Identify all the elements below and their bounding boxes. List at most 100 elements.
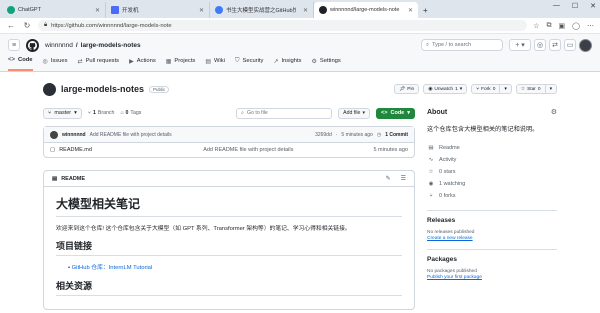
- browser-tab-dev[interactable]: 开发机 ✕: [106, 2, 210, 18]
- tab-label: 开发机: [122, 8, 139, 14]
- minimize-icon[interactable]: —: [553, 2, 560, 10]
- repo-content: ⑂ master ▾ ⑂ 1 Branch ⌂ 0 Tags ⌕ Go to file Add…: [43, 106, 415, 310]
- pin-button[interactable]: 📌︎ Pin: [394, 84, 420, 94]
- favorite-star-icon[interactable]: ☆: [533, 22, 539, 30]
- activity-link[interactable]: ∿ Activity: [427, 154, 557, 166]
- refresh-icon[interactable]: ↻: [22, 21, 32, 30]
- header-actions: + ▾ ◎ ⇄ ▭: [509, 38, 592, 52]
- tab-wiki[interactable]: ▤ Wiki: [205, 55, 225, 71]
- readme-link[interactable]: ▤ Readme: [427, 142, 557, 154]
- hamburger-menu-button[interactable]: ≡: [8, 39, 20, 51]
- repo-actions: 📌︎ Pin ◉ Unwatch 1 ▾ ⑂ Fork 0 ▾ ☆ Star 0 ▾: [394, 84, 557, 94]
- tab-settings[interactable]: ⚙ Settings: [311, 55, 340, 71]
- fork-button[interactable]: ⑂ Fork 0 ▾: [471, 84, 512, 94]
- unwatch-button[interactable]: ◉ Unwatch 1 ▾: [423, 84, 468, 94]
- star-button[interactable]: ☆ Star 0 ▾: [515, 84, 557, 94]
- packages-empty: No packages published: [427, 269, 477, 274]
- tab-label: Projects: [174, 58, 196, 64]
- commit-count[interactable]: 1 Commit: [385, 132, 408, 138]
- close-tab-icon[interactable]: ✕: [95, 7, 100, 14]
- list-icon[interactable]: ☰: [401, 175, 406, 182]
- browser-tab-tutorial[interactable]: 书生大模型实战营之GitHub快速入门 ✕: [210, 2, 314, 18]
- tab-label: Pull requests: [85, 58, 120, 64]
- create-release-link[interactable]: Create a new release: [427, 236, 557, 241]
- create-new-button[interactable]: + ▾: [509, 39, 531, 51]
- repo-nav: <> Code ◎ Issues ⇄ Pull requests ▶ Actions ▦…: [0, 56, 600, 72]
- doc-favicon-icon: [215, 6, 223, 14]
- browser-tab-bar: ChatGPT ✕ 开发机 ✕ 书生大模型实战营之GitHub快速入门 ✕ wi…: [0, 0, 600, 18]
- eye-icon: ◉: [428, 181, 434, 187]
- chevron-down-icon[interactable]: ▾: [550, 87, 552, 92]
- search-input[interactable]: ⌕ Type / to search: [421, 39, 503, 51]
- extensions-icon[interactable]: ⧉: [547, 22, 552, 30]
- releases-empty: No releases published: [427, 230, 475, 235]
- tab-security[interactable]: ⛉ Security: [235, 55, 263, 71]
- more-menu-icon[interactable]: ⋯: [587, 22, 594, 30]
- github-logo-icon[interactable]: [26, 38, 39, 52]
- maximize-icon[interactable]: ☐: [572, 2, 578, 10]
- tab-label: Code: [18, 57, 33, 63]
- browser-tab-chatgpt[interactable]: ChatGPT ✕: [2, 2, 106, 18]
- close-tab-icon[interactable]: ✕: [303, 7, 308, 14]
- shield-icon: ⛉: [234, 57, 240, 64]
- go-to-file-input[interactable]: ⌕ Go to file: [236, 107, 333, 119]
- tab-code[interactable]: <> Code: [8, 55, 33, 71]
- branches-link[interactable]: ⑂ 1 Branch: [88, 110, 114, 116]
- star-icon: ☆: [428, 169, 434, 175]
- tag-label: Tags: [130, 110, 142, 116]
- meta-separator: ·: [335, 131, 338, 138]
- readme-panel: ▤ README ✎ ☰ 大模型相关笔记 欢迎来到这个仓库! 这个仓库包含关于大…: [43, 170, 415, 310]
- publish-package-link[interactable]: Publish your first package: [427, 275, 557, 280]
- latest-commit: winnnnnd Add README file with project de…: [44, 127, 414, 143]
- owner-link[interactable]: winnnnnd: [45, 42, 73, 49]
- file-name[interactable]: README.md: [59, 147, 199, 153]
- new-tab-button[interactable]: +: [418, 2, 434, 18]
- close-tab-icon[interactable]: ✕: [199, 7, 204, 14]
- releases-title[interactable]: Releases: [427, 217, 557, 224]
- url-field[interactable]: 🔒︎ https://github.com/winnnnnd/large-mod…: [38, 20, 528, 31]
- packages-title[interactable]: Packages: [427, 256, 557, 263]
- forks-link[interactable]: ⑂ 0 forks: [427, 190, 557, 202]
- section-heading-links: 项目链接: [56, 239, 402, 256]
- devbox-favicon-icon: [111, 6, 119, 14]
- tab-label: Wiki: [214, 58, 225, 64]
- browser-tab-github[interactable]: winnnnnd/large-models-note ✕: [314, 2, 418, 18]
- tab-pull-requests[interactable]: ⇄ Pull requests: [78, 55, 120, 71]
- tab-actions[interactable]: ▶ Actions: [129, 55, 156, 71]
- avatar[interactable]: [579, 38, 592, 52]
- file-toolbar: ⑂ master ▾ ⑂ 1 Branch ⌂ 0 Tags ⌕ Go to file Add…: [43, 106, 415, 120]
- profile-icon[interactable]: ◯: [572, 22, 580, 30]
- code-button[interactable]: <> Code ▾: [376, 107, 415, 119]
- play-icon: ▶: [129, 58, 134, 65]
- file-icon: ▢: [50, 147, 56, 153]
- commit-message[interactable]: Add README file with project details: [90, 132, 172, 138]
- url-text: https://github.com/winnnnnd/large-models…: [51, 22, 172, 29]
- collections-icon[interactable]: ▣: [559, 22, 566, 30]
- tab-issues[interactable]: ◎ Issues: [43, 55, 68, 71]
- back-icon[interactable]: ←: [6, 21, 16, 30]
- commit-author[interactable]: winnnnnd: [62, 132, 86, 138]
- gear-icon[interactable]: ⚙: [551, 108, 557, 116]
- file-commit-message[interactable]: Add README file with project details: [203, 147, 369, 153]
- notifications-button[interactable]: ▭: [564, 39, 576, 51]
- octocat-icon: [28, 40, 37, 50]
- chevron-down-icon[interactable]: ▾: [504, 87, 506, 92]
- close-tab-icon[interactable]: ✕: [408, 7, 413, 14]
- chevron-down-icon: ▾: [362, 110, 366, 116]
- fork-count: 0: [492, 86, 496, 92]
- tab-projects[interactable]: ▦ Projects: [166, 55, 196, 71]
- tab-insights[interactable]: ↗ Insights: [273, 55, 301, 71]
- pencil-icon[interactable]: ✎: [386, 175, 391, 182]
- commit-hash[interactable]: 3269dd: [315, 132, 332, 138]
- tutorial-link[interactable]: GitHub 仓库：InternLM Tutorial: [72, 265, 153, 271]
- table-row[interactable]: ▢ README.md Add README file with project…: [44, 143, 414, 157]
- close-window-icon[interactable]: ✕: [590, 2, 596, 10]
- repo-link[interactable]: large-models-notes: [81, 42, 141, 49]
- tags-link[interactable]: ⌂ 0 Tags: [120, 110, 141, 116]
- add-file-button[interactable]: Add file ▾: [338, 107, 371, 119]
- issues-button[interactable]: ◎: [534, 39, 546, 51]
- watchers-link[interactable]: ◉ 1 watching: [427, 178, 557, 190]
- stars-link[interactable]: ☆ 0 stars: [427, 166, 557, 178]
- pull-requests-button[interactable]: ⇄: [549, 39, 561, 51]
- branch-selector[interactable]: ⑂ master ▾: [43, 107, 82, 119]
